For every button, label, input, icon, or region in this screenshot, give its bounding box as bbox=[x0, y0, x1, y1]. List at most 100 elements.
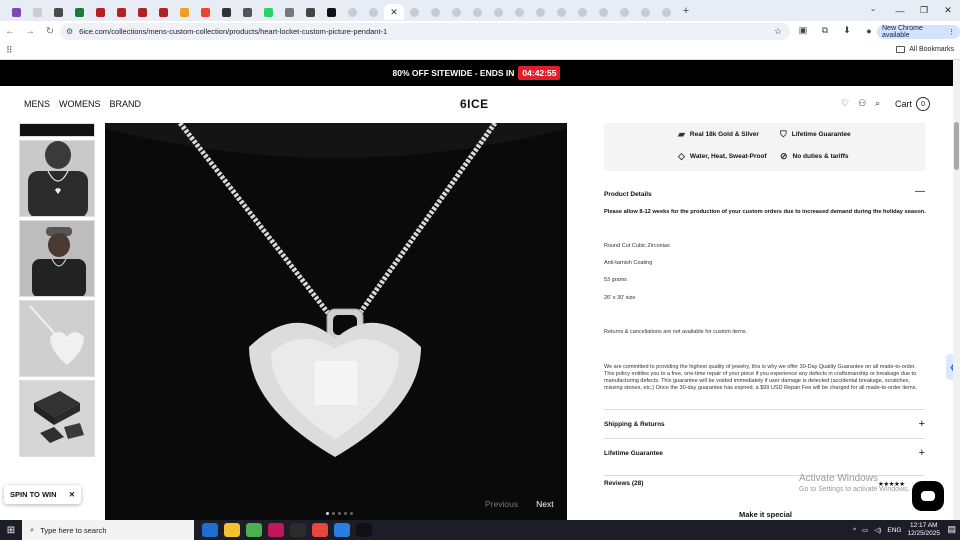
browser-tab[interactable] bbox=[6, 4, 27, 20]
browser-tab[interactable] bbox=[300, 4, 321, 20]
search-icon[interactable]: ⌕ bbox=[875, 98, 880, 109]
previous-button[interactable]: Previous bbox=[485, 499, 518, 509]
page-scrollbar[interactable] bbox=[953, 60, 960, 520]
browser-tab[interactable] bbox=[279, 4, 300, 20]
forward-button[interactable]: → bbox=[20, 26, 40, 37]
main-product-image[interactable]: Previous Next bbox=[105, 123, 567, 520]
browser-tab[interactable] bbox=[342, 4, 363, 20]
browser-tab[interactable] bbox=[656, 4, 677, 20]
clock[interactable]: 12:17 AM 12/25/2025 bbox=[907, 522, 940, 538]
site-info-icon[interactable]: ⚙ bbox=[66, 27, 73, 36]
windows-start-icon[interactable]: ⊞ bbox=[0, 525, 22, 536]
close-icon[interactable]: ✕ bbox=[69, 490, 75, 499]
all-bookmarks-button[interactable]: All Bookmarks bbox=[896, 46, 954, 53]
volume-icon[interactable]: ◁) bbox=[874, 526, 881, 534]
taskbar-app-icon[interactable] bbox=[312, 523, 328, 537]
extensions-icon[interactable]: ⧉ bbox=[818, 25, 832, 36]
browser-tab[interactable] bbox=[404, 4, 425, 20]
notifications-icon[interactable]: ▤ bbox=[947, 524, 956, 535]
chat-button[interactable] bbox=[912, 481, 944, 511]
carousel-dot[interactable] bbox=[326, 512, 329, 515]
browser-tab[interactable] bbox=[530, 4, 551, 20]
browser-tab[interactable] bbox=[153, 4, 174, 20]
taskbar-app-icon[interactable] bbox=[356, 523, 372, 537]
thumbnail-model-cap[interactable] bbox=[19, 220, 95, 297]
browser-tab[interactable] bbox=[48, 4, 69, 20]
spin-to-win-button[interactable]: SPIN TO WIN ✕ bbox=[4, 485, 81, 504]
browser-tab[interactable] bbox=[27, 4, 48, 20]
browser-tab[interactable] bbox=[195, 4, 216, 20]
reload-button[interactable]: ↻ bbox=[40, 26, 60, 37]
taskbar-app-icon[interactable] bbox=[224, 523, 240, 537]
thumbnail-packaging[interactable] bbox=[19, 380, 95, 457]
thumbnail-pendant-closeup[interactable] bbox=[19, 300, 95, 377]
collapse-minus-icon[interactable]: — bbox=[915, 186, 925, 197]
browser-tab[interactable] bbox=[593, 4, 614, 20]
browser-tab[interactable] bbox=[216, 4, 237, 20]
address-bar[interactable]: ⚙ 6ice.com/collections/mens-custom-colle… bbox=[60, 23, 790, 40]
tab-search-icon[interactable]: ⌄ bbox=[866, 4, 880, 17]
minimize-button[interactable]: — bbox=[888, 6, 912, 16]
tab-favicon-icon bbox=[369, 7, 378, 17]
browser-tab[interactable] bbox=[425, 4, 446, 20]
browser-tab[interactable] bbox=[90, 4, 111, 20]
tray-chevron-icon[interactable]: ^ bbox=[853, 527, 856, 534]
taskbar-app-icon[interactable] bbox=[290, 523, 306, 537]
browser-tab[interactable] bbox=[467, 4, 488, 20]
profile-avatar[interactable]: ● bbox=[862, 26, 876, 36]
browser-tab[interactable] bbox=[111, 4, 132, 20]
shipping-returns-accordion[interactable]: Shipping & Returns + bbox=[604, 409, 925, 438]
carousel-dot[interactable] bbox=[344, 512, 347, 515]
language-indicator[interactable]: ENG bbox=[887, 527, 901, 534]
browser-tab[interactable] bbox=[614, 4, 635, 20]
tab-favicon-icon bbox=[494, 7, 503, 17]
bookmark-star-icon[interactable]: ☆ bbox=[774, 26, 782, 37]
cast-icon[interactable]: ▣ bbox=[796, 25, 810, 36]
browser-tab[interactable] bbox=[237, 4, 258, 20]
active-tab[interactable]: ✕ bbox=[384, 4, 404, 20]
browser-tab[interactable] bbox=[509, 4, 530, 20]
close-window-button[interactable]: ✕ bbox=[936, 5, 960, 16]
site-logo[interactable]: 6ICE bbox=[460, 97, 489, 111]
next-button[interactable]: Next bbox=[536, 499, 553, 509]
new-chrome-available-button[interactable]: New Chrome available ⋮ bbox=[877, 25, 960, 39]
nav-brand[interactable]: BRAND bbox=[110, 99, 142, 109]
carousel-dot[interactable] bbox=[350, 512, 353, 515]
taskbar-app-icon[interactable] bbox=[246, 523, 262, 537]
account-icon[interactable]: ⚇ bbox=[858, 98, 866, 109]
thumbnail-model-front[interactable] bbox=[19, 140, 95, 217]
carousel-dot[interactable] bbox=[332, 512, 335, 515]
wishlist-heart-icon[interactable]: ♡ bbox=[841, 98, 849, 109]
cart-button[interactable]: Cart 0 bbox=[895, 97, 931, 111]
browser-tab[interactable] bbox=[488, 4, 509, 20]
browser-tab[interactable] bbox=[258, 4, 279, 20]
taskbar-app-icon[interactable] bbox=[334, 523, 350, 537]
product-details-title[interactable]: Product Details bbox=[604, 191, 652, 198]
browser-tab[interactable] bbox=[635, 4, 656, 20]
lifetime-guarantee-accordion[interactable]: Lifetime Guarantee + bbox=[604, 438, 925, 467]
scrollbar-thumb[interactable] bbox=[954, 122, 959, 170]
browser-tab[interactable] bbox=[321, 4, 342, 20]
taskbar-search-box[interactable]: ⌕ Type here to search bbox=[22, 520, 194, 540]
browser-tab[interactable] bbox=[551, 4, 572, 20]
taskbar-app-icon[interactable] bbox=[268, 523, 284, 537]
thumbnail-1[interactable] bbox=[19, 123, 95, 137]
feature-label: Water, Heat, Sweat-Proof bbox=[689, 153, 767, 160]
new-tab-icon[interactable]: + bbox=[677, 5, 695, 17]
browser-tab[interactable] bbox=[69, 4, 90, 20]
carousel-dot[interactable] bbox=[338, 512, 341, 515]
tab-close-icon[interactable]: ✕ bbox=[390, 7, 398, 18]
browser-tab[interactable] bbox=[446, 4, 467, 20]
nav-womens[interactable]: WOMENS bbox=[59, 99, 101, 109]
browser-tab[interactable] bbox=[174, 4, 195, 20]
browser-tab[interactable] bbox=[132, 4, 153, 20]
taskbar-app-icon[interactable] bbox=[202, 523, 218, 537]
network-icon[interactable]: ▭ bbox=[862, 526, 868, 534]
download-icon[interactable]: ⬇ bbox=[840, 25, 854, 36]
nav-mens[interactable]: MENS bbox=[24, 99, 50, 109]
back-button[interactable]: ← bbox=[0, 26, 20, 37]
apps-grid-icon[interactable]: ⠿ bbox=[6, 45, 13, 56]
browser-tab[interactable] bbox=[572, 4, 593, 20]
browser-tab[interactable] bbox=[363, 4, 384, 20]
restore-button[interactable]: ❐ bbox=[912, 5, 936, 16]
